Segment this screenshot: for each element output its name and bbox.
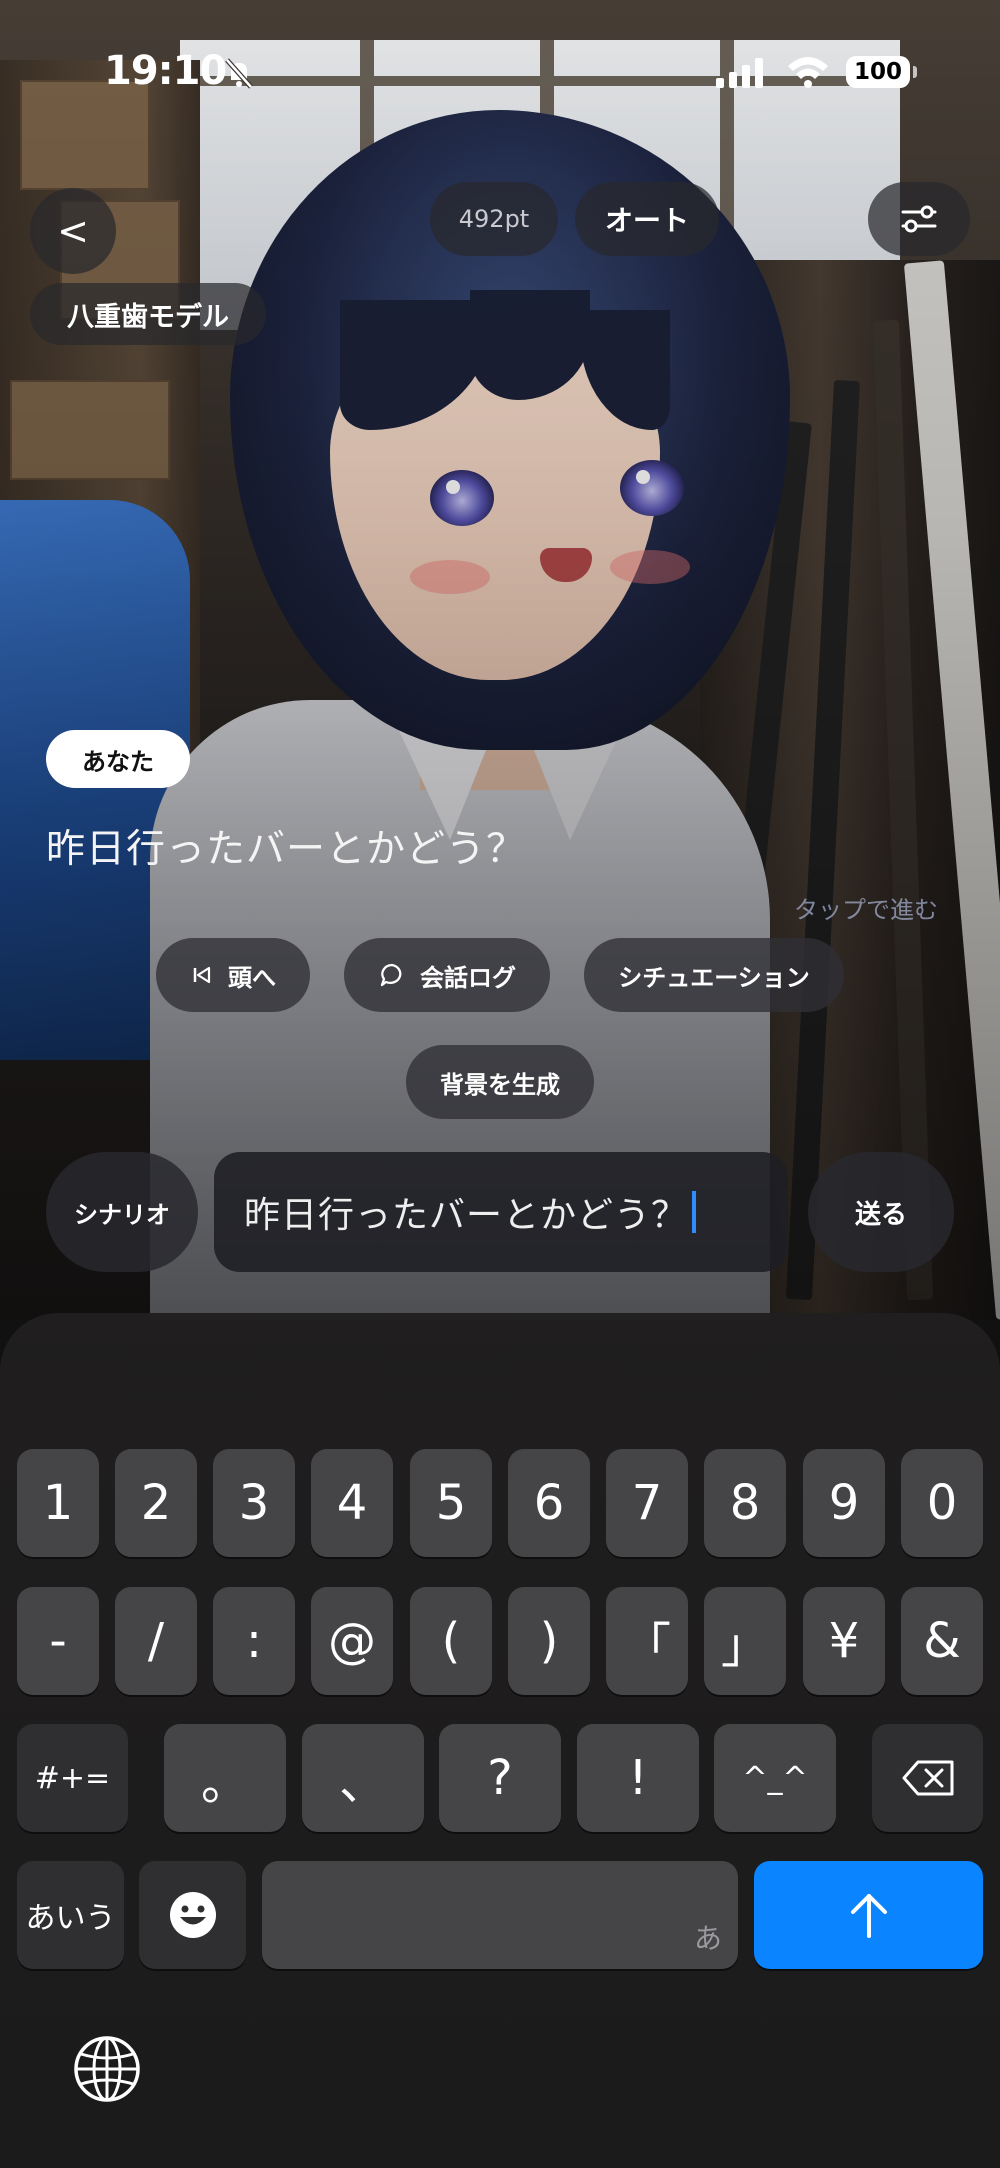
- points-balance: 492pt: [430, 182, 558, 256]
- back-button[interactable]: <: [30, 188, 116, 274]
- key-exclamation[interactable]: !: [577, 1724, 699, 1832]
- key-paren-open[interactable]: (: [410, 1587, 492, 1695]
- key-1[interactable]: 1: [17, 1449, 99, 1557]
- key-ampersand[interactable]: &: [901, 1587, 983, 1695]
- key-8[interactable]: 8: [704, 1449, 786, 1557]
- settings-sliders-icon: [901, 205, 937, 233]
- tap-hint: タップで進む: [794, 896, 938, 924]
- key-question[interactable]: ?: [439, 1724, 561, 1832]
- key-comma-jp[interactable]: 、: [302, 1724, 424, 1832]
- key-yen[interactable]: ¥: [803, 1587, 885, 1695]
- key-paren-close[interactable]: ): [508, 1587, 590, 1695]
- key-4[interactable]: 4: [311, 1449, 393, 1557]
- key-at[interactable]: @: [311, 1587, 393, 1695]
- message-input[interactable]: 昨日行ったバーとかどう？: [214, 1152, 788, 1272]
- text-caret: [692, 1191, 697, 1233]
- situation-button[interactable]: シチュエーション: [584, 938, 844, 1012]
- model-chip[interactable]: 八重歯モデル: [30, 283, 266, 345]
- speaker-badge: あなた: [46, 730, 190, 788]
- key-kaomoji[interactable]: ^_^: [714, 1724, 836, 1832]
- to-start-button[interactable]: 頭へ: [156, 938, 310, 1012]
- space-key[interactable]: あ: [262, 1861, 738, 1969]
- generate-background-button[interactable]: 背景を生成: [406, 1045, 594, 1119]
- key-bracket-open[interactable]: 「: [606, 1587, 688, 1695]
- key-period-jp[interactable]: 。: [164, 1724, 286, 1832]
- wifi-icon: [788, 57, 828, 88]
- key-slash[interactable]: /: [115, 1587, 197, 1695]
- key-bracket-close[interactable]: 」: [704, 1587, 786, 1695]
- return-key[interactable]: [754, 1861, 983, 1969]
- key-6[interactable]: 6: [508, 1449, 590, 1557]
- bell-off-icon: [225, 58, 253, 89]
- emoji-icon: [169, 1892, 216, 1938]
- to-start-label: 頭へ: [228, 963, 276, 992]
- key-hyphen[interactable]: -: [17, 1587, 99, 1695]
- settings-button[interactable]: [868, 182, 970, 256]
- globe-icon[interactable]: [72, 2034, 142, 2104]
- key-0[interactable]: 0: [901, 1449, 983, 1557]
- skip-back-icon: [193, 966, 211, 984]
- key-2[interactable]: 2: [115, 1449, 197, 1557]
- auto-button[interactable]: オート: [575, 182, 719, 256]
- key-5[interactable]: 5: [410, 1449, 492, 1557]
- signal-icon: [716, 56, 763, 88]
- key-7[interactable]: 7: [606, 1449, 688, 1557]
- chat-bubble-icon: [380, 963, 402, 987]
- scenario-button[interactable]: シナリオ: [46, 1152, 198, 1272]
- send-button[interactable]: 送る: [808, 1152, 954, 1272]
- key-kana-toggle[interactable]: あいう: [17, 1861, 124, 1969]
- emoji-key[interactable]: [139, 1861, 246, 1969]
- backspace-icon: [902, 1760, 953, 1796]
- backspace-key[interactable]: [872, 1724, 983, 1832]
- return-arrow-icon: [850, 1894, 887, 1938]
- key-symbols-toggle[interactable]: #+=: [17, 1724, 128, 1832]
- key-9[interactable]: 9: [803, 1449, 885, 1557]
- conversation-log-button[interactable]: 会話ログ: [344, 938, 550, 1012]
- key-colon[interactable]: :: [213, 1587, 295, 1695]
- conversation-log-label: 会話ログ: [420, 963, 516, 992]
- key-3[interactable]: 3: [213, 1449, 295, 1557]
- battery-indicator: 100: [846, 56, 917, 88]
- status-time: 19:10: [104, 48, 227, 94]
- message-input-value: 昨日行ったバーとかどう？: [244, 1195, 689, 1236]
- dialogue-text[interactable]: 昨日行ったバーとかどう？: [46, 818, 526, 874]
